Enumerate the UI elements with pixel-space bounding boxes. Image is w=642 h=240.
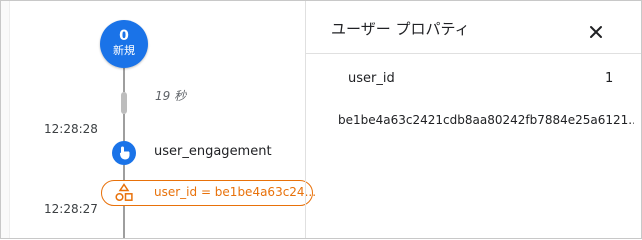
panel-title: ユーザー プロパティ	[331, 20, 470, 38]
timeline-axis-bottom	[123, 205, 125, 238]
timeline-gap-marker	[121, 92, 127, 114]
new-events-label: 新規	[113, 44, 135, 57]
timeline-axis-lower	[123, 165, 125, 181]
user-properties-panel: ユーザー プロパティ user_id 1 be1be4a63c2421cdb8a…	[306, 1, 641, 238]
close-button[interactable]	[586, 22, 606, 42]
timeline-axis-middle	[123, 114, 125, 142]
touch-icon[interactable]	[112, 141, 136, 165]
new-events-count: 0	[119, 28, 129, 44]
user-property-chip-label: user_id = be1be4a63c24...	[154, 185, 317, 199]
close-icon	[590, 26, 602, 38]
property-count: 1	[605, 71, 614, 86]
property-key: user_id	[348, 71, 395, 86]
event-timeline: 0 新規 19 秒 12:28:28 user_engagement user_…	[1, 1, 316, 238]
new-events-node[interactable]: 0 新規	[100, 20, 148, 68]
shapes-icon	[115, 183, 133, 202]
time-gap-label: 19 秒	[155, 89, 187, 103]
property-timestamp: 12:28:27	[44, 202, 98, 216]
timeline-axis-top	[123, 68, 125, 92]
user-property-chip[interactable]: user_id = be1be4a63c24...	[101, 180, 317, 206]
event-timestamp: 12:28:28	[44, 122, 98, 136]
panel-header-divider	[306, 53, 641, 54]
debug-view-window: 0 新規 19 秒 12:28:28 user_engagement user_…	[0, 0, 642, 239]
property-value: be1be4a63c2421cdb8aa80242fb7884e25a6121.…	[338, 113, 634, 127]
event-name-user-engagement[interactable]: user_engagement	[154, 144, 272, 159]
